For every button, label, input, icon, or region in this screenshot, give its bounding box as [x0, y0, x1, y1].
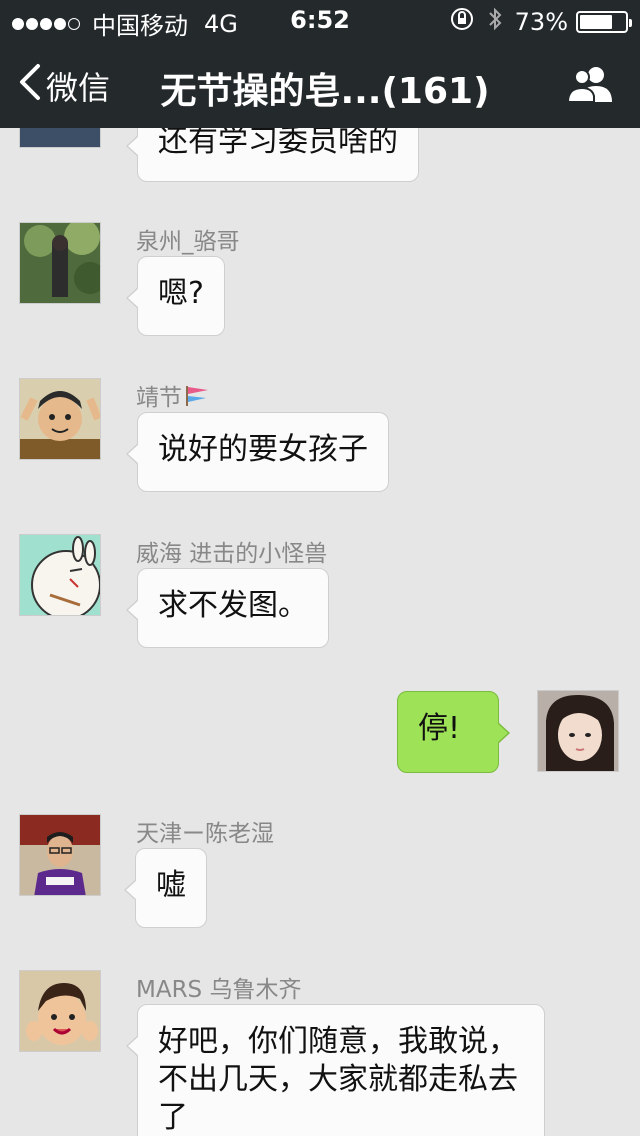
message-bubble[interactable]: 好吧，你们随意，我敢说，不出几天，大家就都走私去了 [126, 1004, 545, 1136]
avatar[interactable] [19, 378, 101, 460]
flags-emoji-icon [184, 384, 210, 414]
message-bubble[interactable]: 嘘 [124, 848, 207, 928]
bluetooth-icon [487, 6, 503, 38]
battery-icon [576, 11, 632, 33]
rotation-lock-icon [449, 6, 475, 38]
message-bubble[interactable]: 停! [397, 691, 510, 773]
battery-fill [580, 15, 612, 29]
message-bubble[interactable]: 求不发图。 [126, 568, 329, 648]
avatar[interactable] [19, 970, 101, 1052]
message-bubble[interactable]: 说好的要女孩子 [126, 412, 389, 492]
back-button[interactable]: 微信 [16, 62, 110, 110]
status-bar: 中国移动 4G 6:52 73% [0, 0, 640, 40]
page-title: 无节操的皂...(161) [160, 71, 490, 112]
message-bubble[interactable]: 嗯? [126, 256, 225, 336]
sender-name: MARS 乌鲁木齐 [136, 977, 302, 1003]
status-bar-right: 73% [449, 6, 632, 38]
avatar[interactable] [19, 534, 101, 616]
battery-percent: 73% [514, 8, 568, 36]
sender-name: 泉州_骆哥 [136, 229, 240, 255]
group-members-icon [566, 67, 616, 108]
header: 中国移动 4G 6:52 73% 微信 无节操的皂...(161) [0, 0, 640, 128]
sender-name: 威海 进击的小怪兽 [136, 541, 328, 567]
sender-name: 天津ー陈老湿 [136, 821, 274, 847]
avatar[interactable] [19, 814, 101, 896]
avatar[interactable] [537, 690, 619, 772]
nav-bar: 微信 无节操的皂...(161) [0, 40, 640, 128]
avatar[interactable] [19, 222, 101, 304]
chat-screen: 还有学习委员啥的 泉州_骆哥 嗯? 靖节 说好的要女孩子 威海 进击的小怪兽 求… [0, 0, 640, 1136]
group-members-button[interactable] [566, 64, 616, 108]
sender-name: 靖节 [136, 378, 210, 414]
message-list[interactable]: 还有学习委员啥的 泉州_骆哥 嗯? 靖节 说好的要女孩子 威海 进击的小怪兽 求… [0, 0, 640, 1136]
back-label: 微信 [46, 69, 111, 107]
chevron-left-icon [16, 62, 46, 110]
sender-name-text: 靖节 [136, 385, 182, 411]
